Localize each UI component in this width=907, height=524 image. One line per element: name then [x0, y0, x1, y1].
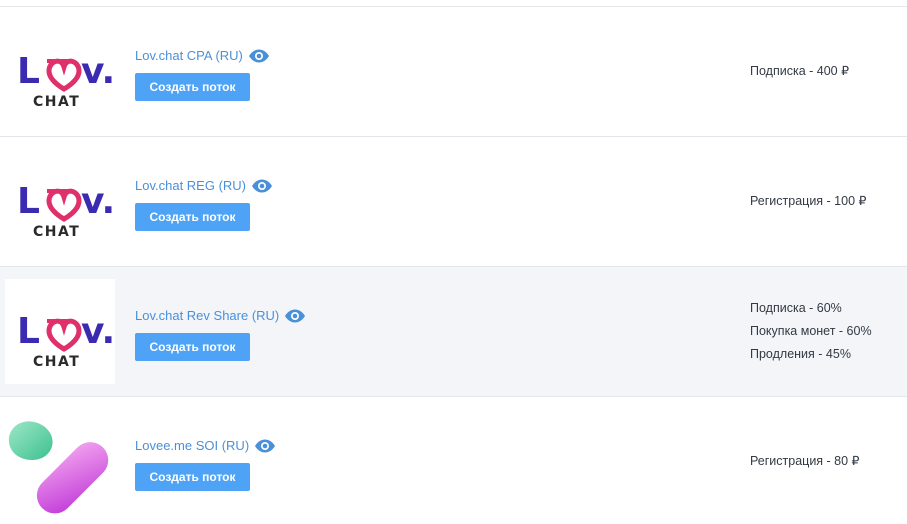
payout-list: Подписка - 400 ₽: [750, 7, 897, 136]
payout-list: Регистрация - 100 ₽: [750, 137, 897, 266]
payout-list: Регистрация - 80 ₽: [750, 397, 897, 524]
create-stream-button[interactable]: Создать поток: [135, 73, 250, 101]
payout-item: Регистрация - 100 ₽: [750, 194, 867, 208]
payout-list: Подписка - 60% Покупка монет - 60% Продл…: [750, 267, 897, 396]
offer-row: L v. CHAT Lov.chat CPA (RU) Создать пото…: [0, 7, 907, 137]
offer-row: L v. CHAT Lov.chat REG (RU) Создать пото…: [0, 137, 907, 267]
offer-title-link[interactable]: Lovee.me SOI (RU): [135, 436, 249, 456]
offers-list: L v. CHAT Lov.chat CPA (RU) Создать пото…: [0, 6, 907, 524]
svg-text:L: L: [17, 181, 40, 222]
svg-text:v.: v.: [81, 181, 115, 222]
payout-item: Подписка - 400 ₽: [750, 64, 850, 78]
offer-title-link[interactable]: Lov.chat CPA (RU): [135, 46, 243, 66]
payout-item: Регистрация - 80 ₽: [750, 454, 860, 468]
create-stream-button[interactable]: Создать поток: [135, 463, 250, 491]
create-stream-button[interactable]: Создать поток: [135, 333, 250, 361]
lov-chat-logo: L v. CHAT: [5, 19, 115, 124]
payout-item: Покупка монет - 60%: [750, 324, 872, 338]
offer-info: Lov.chat CPA (RU) Создать поток: [135, 46, 270, 101]
svg-text:CHAT: CHAT: [33, 354, 80, 370]
svg-text:L: L: [17, 311, 40, 352]
payout-item: Подписка - 60%: [750, 301, 842, 315]
offer-row: L v. CHAT Lov.chat Rev Share (RU) Создат…: [0, 267, 907, 397]
offer-info: Lovee.me SOI (RU) Создать поток: [135, 436, 276, 491]
lov-chat-logo: L v. CHAT: [5, 279, 115, 384]
svg-text:v.: v.: [81, 311, 115, 352]
lov-chat-logo: L v. CHAT: [5, 149, 115, 254]
svg-text:CHAT: CHAT: [33, 224, 80, 240]
offer-title-link[interactable]: Lov.chat REG (RU): [135, 176, 246, 196]
svg-text:CHAT: CHAT: [33, 94, 80, 110]
eye-icon[interactable]: [284, 309, 306, 323]
svg-text:L: L: [17, 51, 40, 92]
eye-icon[interactable]: [248, 49, 270, 63]
payout-item: Продления - 45%: [750, 347, 851, 361]
offer-info: Lov.chat REG (RU) Создать поток: [135, 176, 273, 231]
create-stream-button[interactable]: Создать поток: [135, 203, 250, 231]
eye-icon[interactable]: [251, 179, 273, 193]
svg-text:v.: v.: [81, 51, 115, 92]
offer-info: Lov.chat Rev Share (RU) Создать поток: [135, 306, 306, 361]
offer-row: Lovee.me SOI (RU) Создать поток Регистра…: [0, 397, 907, 524]
lovee-me-logo: [5, 409, 115, 514]
offer-title-link[interactable]: Lov.chat Rev Share (RU): [135, 306, 279, 326]
eye-icon[interactable]: [254, 439, 276, 453]
